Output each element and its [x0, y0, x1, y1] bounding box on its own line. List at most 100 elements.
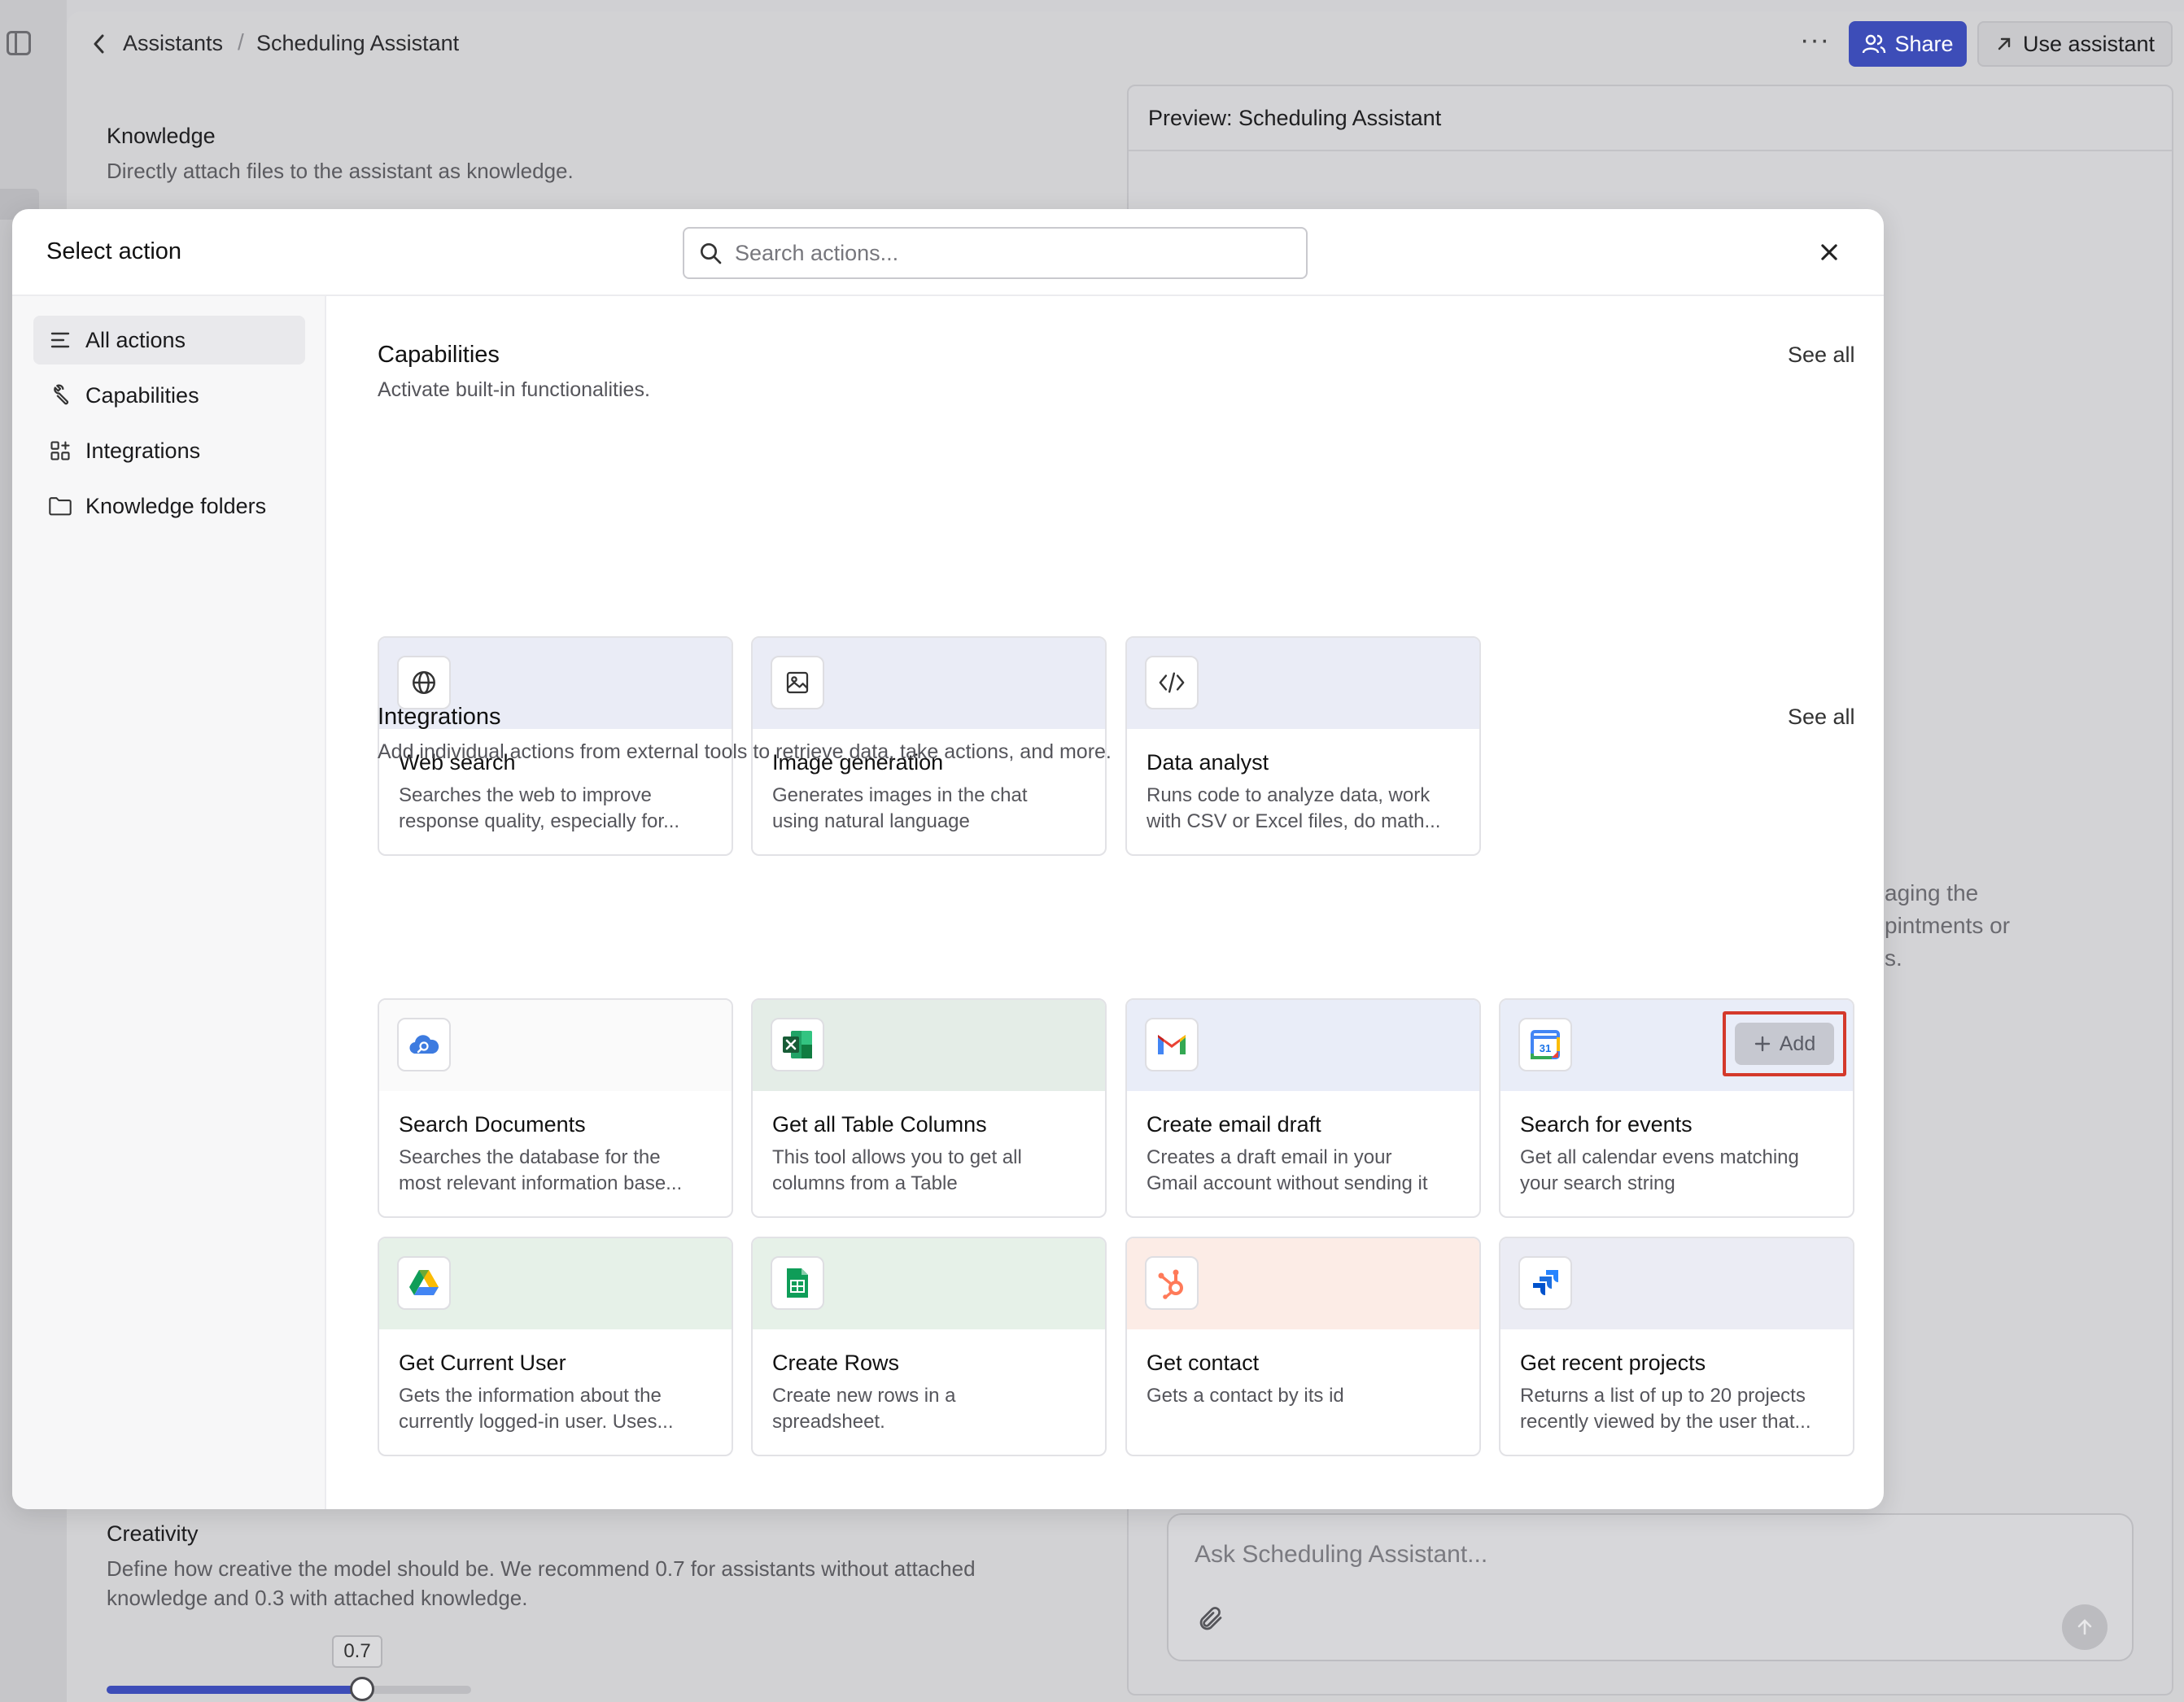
card-title: Get all Table Columns	[772, 1112, 987, 1137]
slider-thumb[interactable]	[349, 1677, 374, 1701]
nav-item-label: Capabilities	[85, 382, 199, 408]
jira-icon	[1518, 1256, 1572, 1310]
nav-item-integrations[interactable]: Integrations	[33, 426, 305, 475]
nav-item-label: Integrations	[85, 438, 201, 463]
users-icon	[1863, 34, 1886, 54]
card-description-line: currently logged-in user. Uses...	[399, 1411, 674, 1433]
card-description-line: Gmail account without sending it	[1147, 1172, 1428, 1194]
knowledge-heading: Knowledge	[107, 124, 216, 148]
integration-card-search-documents[interactable]: Search Documents Searches the database f…	[378, 998, 733, 1218]
integration-card-get-recent-projects[interactable]: Get recent projects Returns a list of up…	[1499, 1237, 1854, 1456]
nav-item-all-actions[interactable]: All actions	[33, 316, 305, 364]
card-description: Returns a list of up to 20 projects recen…	[1520, 1383, 1841, 1435]
nav-item-label: Knowledge folders	[85, 493, 267, 518]
more-options-button[interactable]: ···	[1800, 24, 1830, 56]
integrations-heading: Integrations	[378, 704, 501, 730]
card-description: Get all calendar evens matching your sear…	[1520, 1145, 1841, 1197]
integration-card-create-email-draft[interactable]: Create email draft Creates a draft email…	[1125, 998, 1481, 1218]
share-label: Share	[1894, 31, 1954, 56]
google-sheets-icon	[771, 1256, 824, 1310]
card-description-line: Searches the database for the	[399, 1146, 661, 1168]
card-description-line: Creates a draft email in your	[1147, 1146, 1392, 1168]
card-description-line: Create new rows in a	[772, 1385, 956, 1407]
chat-input-placeholder: Ask Scheduling Assistant...	[1195, 1541, 1488, 1568]
card-title: Create Rows	[772, 1351, 900, 1375]
integration-card-create-rows[interactable]: Create Rows Create new rows in a spreadsh…	[751, 1237, 1107, 1456]
card-description: Creates a draft email in your Gmail accou…	[1147, 1145, 1468, 1197]
card-title: Data analyst	[1147, 750, 1269, 775]
integrations-subtitle: Add individual actions from external too…	[378, 740, 1112, 763]
card-description: Gets a contact by its id	[1147, 1383, 1468, 1409]
preview-text-line: aging the	[1885, 880, 1979, 906]
nav-item-capabilities[interactable]: Capabilities	[33, 371, 305, 420]
arrow-up-right-icon	[1998, 37, 2011, 50]
card-description-line: recently viewed by the user that...	[1520, 1411, 1811, 1433]
integration-card-get-current-user[interactable]: Get Current User Gets the information ab…	[378, 1237, 733, 1456]
card-title: Search for events	[1520, 1112, 1693, 1137]
search-actions-input[interactable]	[735, 240, 1256, 266]
apps-add-icon	[46, 439, 74, 462]
card-description-line: most relevant information base...	[399, 1172, 683, 1194]
slider-fill	[107, 1686, 362, 1694]
close-button[interactable]	[1811, 233, 1848, 271]
card-title: Get Current User	[399, 1351, 566, 1375]
preview-text-line: pintments or	[1885, 913, 2011, 938]
integrations-see-all-link[interactable]: See all	[1788, 705, 1855, 730]
preview-title: Preview: Scheduling Assistant	[1148, 106, 1442, 130]
nav-item-knowledge-folders[interactable]: Knowledge folders	[33, 482, 305, 530]
integration-card-search-for-events[interactable]: 31 Add Search for events Get all calenda…	[1499, 998, 1854, 1218]
use-assistant-button[interactable]: Use assistant	[1977, 21, 2173, 67]
modal-header: Select action	[12, 209, 1884, 296]
knowledge-description: Directly attach files to the assistant a…	[107, 159, 574, 183]
back-chevron-icon[interactable]	[91, 33, 107, 55]
breadcrumb-assistants[interactable]: Assistants	[123, 31, 223, 56]
sidebar-toggle-icon[interactable]	[7, 31, 31, 55]
card-description: Searches the database for the most releva…	[399, 1145, 720, 1197]
svg-text:31: 31	[1540, 1042, 1551, 1054]
card-description: This tool allows you to get all columns f…	[772, 1145, 1094, 1197]
card-description-line: with CSV or Excel files, do math...	[1147, 810, 1441, 832]
send-button[interactable]	[2062, 1604, 2108, 1650]
creativity-description-line: Define how creative the model should be.…	[107, 1556, 976, 1581]
select-action-modal: Select action All actions Capabilities	[12, 209, 1884, 1509]
gmail-icon	[1145, 1018, 1199, 1071]
cloud-search-icon	[397, 1018, 451, 1071]
card-description: Searches the web to improve response qual…	[399, 783, 720, 835]
chat-input[interactable]: Ask Scheduling Assistant...	[1167, 1513, 2134, 1661]
preview-message-text: aging the pintments or s.	[1885, 877, 2010, 975]
capabilities-heading: Capabilities	[378, 342, 500, 368]
paperclip-icon[interactable]	[1196, 1604, 1225, 1634]
arrow-up-icon	[2077, 1619, 2092, 1635]
modal-sidebar: All actions Capabilities Integrations Kn…	[12, 296, 326, 1509]
search-actions-box[interactable]	[683, 227, 1308, 279]
modal-content: Capabilities Activate built-in functiona…	[326, 296, 1884, 1509]
card-description-line: spreadsheet.	[772, 1411, 885, 1433]
capabilities-subtitle: Activate built-in functionalities.	[378, 378, 650, 401]
creativity-heading: Creativity	[107, 1521, 199, 1546]
creativity-description: Define how creative the model should be.…	[107, 1554, 976, 1613]
divider	[1129, 150, 2172, 151]
card-description: Generates images in the chat using natura…	[772, 783, 1094, 835]
capability-card-data-analyst[interactable]: Data analyst Runs code to analyze data, …	[1125, 636, 1481, 856]
breadcrumb-current: Scheduling Assistant	[256, 31, 460, 55]
integration-card-get-all-table-columns[interactable]: Get all Table Columns This tool allows y…	[751, 998, 1107, 1218]
card-description-line: your search string	[1520, 1172, 1675, 1194]
card-description-line: Get all calendar evens matching	[1520, 1146, 1799, 1168]
capabilities-see-all-link[interactable]: See all	[1788, 343, 1855, 368]
image-icon	[771, 656, 824, 709]
card-title: Get contact	[1147, 1351, 1260, 1375]
integration-card-get-contact[interactable]: Get contact Gets a contact by its id	[1125, 1237, 1481, 1456]
globe-icon	[397, 656, 451, 709]
list-icon	[46, 331, 74, 349]
slider-value-tooltip: 0.7	[332, 1635, 382, 1668]
card-description-line: Gets a contact by its id	[1147, 1385, 1344, 1407]
share-button[interactable]: Share	[1849, 21, 1967, 67]
card-description-line: Gets the information about the	[399, 1385, 662, 1407]
creativity-slider[interactable]	[107, 1677, 471, 1701]
breadcrumb-separator: /	[238, 29, 244, 55]
google-drive-icon	[397, 1256, 451, 1310]
folder-icon	[46, 495, 74, 517]
card-description-line: columns from a Table	[772, 1172, 958, 1194]
card-title: Get recent projects	[1520, 1351, 1706, 1375]
card-description: Create new rows in a spreadsheet.	[772, 1383, 1094, 1435]
